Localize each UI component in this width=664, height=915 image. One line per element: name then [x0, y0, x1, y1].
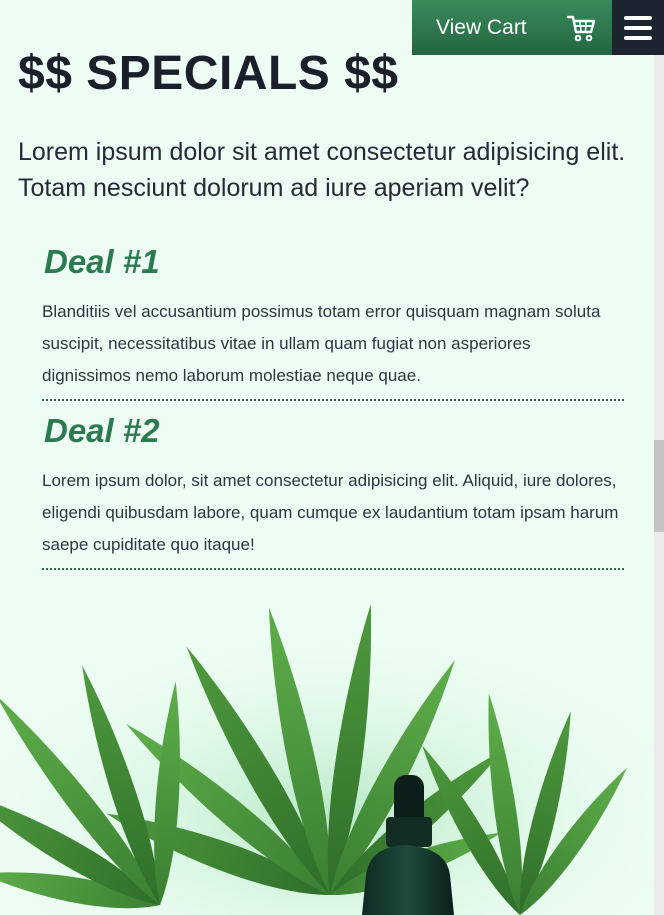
deal-title: Deal #1 [44, 243, 160, 280]
view-cart-label: View Cart [436, 15, 527, 39]
hero-image [0, 585, 664, 915]
cannabis-leaves-illustration [0, 585, 664, 915]
deal-item: Deal #2 Lorem ipsum dolor, sit amet cons… [42, 411, 624, 570]
view-cart-button[interactable]: View Cart [412, 0, 612, 55]
scrollbar-thumb[interactable] [654, 440, 664, 532]
deal-title: Deal #2 [44, 412, 160, 449]
shopping-cart-icon [566, 15, 596, 41]
intro-text: Lorem ipsum dolor sit amet consectetur a… [18, 138, 626, 202]
top-bar: View Cart [412, 0, 664, 55]
deal-description: Blanditiis vel accusantium possimus tota… [42, 302, 601, 385]
page-title: $$ SPECIALS $$ [18, 47, 399, 100]
deal-description: Lorem ipsum dolor, sit amet consectetur … [42, 471, 619, 554]
deal-item: Deal #1 Blanditiis vel accusantium possi… [42, 242, 624, 401]
menu-button[interactable] [612, 0, 664, 55]
hamburger-menu-icon [624, 15, 652, 40]
